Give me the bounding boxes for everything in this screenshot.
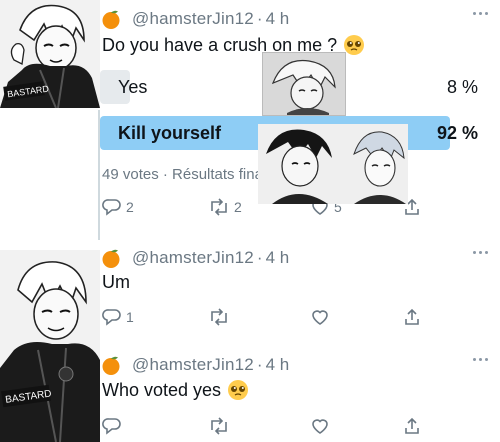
poll-option-percent: 92 % [436, 123, 478, 143]
retweet-button[interactable]: 2 [208, 197, 242, 217]
timestamp[interactable]: 4 h [266, 355, 290, 375]
avatar[interactable]: BASTARD [0, 0, 100, 108]
tweet-actions [100, 416, 480, 438]
avatar-illustration: BASTARD [0, 250, 100, 442]
avatar-illustration: BASTARD [0, 0, 100, 108]
tweet-actions: 1 [100, 307, 480, 329]
poll-results-meta: 49 votes · Résultats finaux [102, 166, 279, 183]
retweet-button[interactable] [208, 416, 234, 436]
reply-button[interactable] [102, 416, 126, 436]
sticker-image [262, 52, 346, 116]
orange-emoji-icon [102, 249, 120, 268]
pleading-face-icon [228, 380, 249, 400]
reply-icon [102, 199, 121, 216]
separator: · [256, 355, 263, 374]
tweet-text-content: Who voted yes [102, 379, 222, 400]
timestamp[interactable]: 4 h [266, 9, 290, 29]
tweet[interactable]: @hamsterJin12 · 4 h Um 1 [100, 245, 488, 335]
share-button[interactable] [402, 416, 422, 436]
reply-count: 1 [126, 309, 134, 325]
tweet-header: @hamsterJin12 · 4 h [100, 6, 289, 32]
sticker-image [258, 124, 408, 204]
retweet-icon [211, 198, 227, 216]
tweet-text: Who voted yes [102, 379, 249, 401]
retweet-count: 2 [234, 199, 242, 215]
tweet-text-content: Um [102, 272, 130, 292]
separator: · [256, 9, 263, 28]
user-handle[interactable]: @hamsterJin12 [132, 355, 254, 375]
reply-button[interactable]: 1 [102, 307, 134, 327]
retweet-icon [211, 417, 227, 435]
share-icon [405, 417, 419, 434]
poll-option-label: Yes [118, 77, 148, 97]
more-icon[interactable] [473, 251, 488, 254]
reply-icon [102, 309, 121, 326]
tweet-header: @hamsterJin12 · 4 h [100, 352, 289, 378]
reply-count: 2 [126, 199, 134, 215]
more-icon[interactable] [473, 12, 488, 15]
timestamp[interactable]: 4 h [266, 248, 290, 268]
tweet-header: @hamsterJin12 · 4 h [100, 245, 289, 271]
poll-option-percent: 8 % [446, 77, 478, 97]
share-icon [405, 308, 419, 325]
reply-button[interactable]: 2 [102, 197, 134, 217]
pleading-face-icon [344, 35, 365, 55]
orange-emoji-icon [102, 356, 120, 375]
like-icon [312, 310, 328, 325]
tweet-text: Um [102, 272, 130, 293]
separator: · [256, 248, 263, 267]
like-button[interactable] [310, 416, 334, 436]
avatar[interactable]: BASTARD [0, 250, 100, 442]
user-handle[interactable]: @hamsterJin12 [132, 248, 254, 268]
reply-icon [102, 418, 121, 435]
poll-option-label: Kill yourself [118, 123, 222, 143]
retweet-icon [211, 308, 227, 326]
like-button[interactable] [310, 307, 334, 327]
user-handle[interactable]: @hamsterJin12 [132, 9, 254, 29]
orange-emoji-icon [102, 10, 120, 29]
like-icon [312, 419, 328, 434]
retweet-button[interactable] [208, 307, 234, 327]
more-icon[interactable] [473, 358, 488, 361]
tweet[interactable]: @hamsterJin12 · 4 h Who voted yes [100, 352, 488, 442]
share-button[interactable] [402, 307, 422, 327]
